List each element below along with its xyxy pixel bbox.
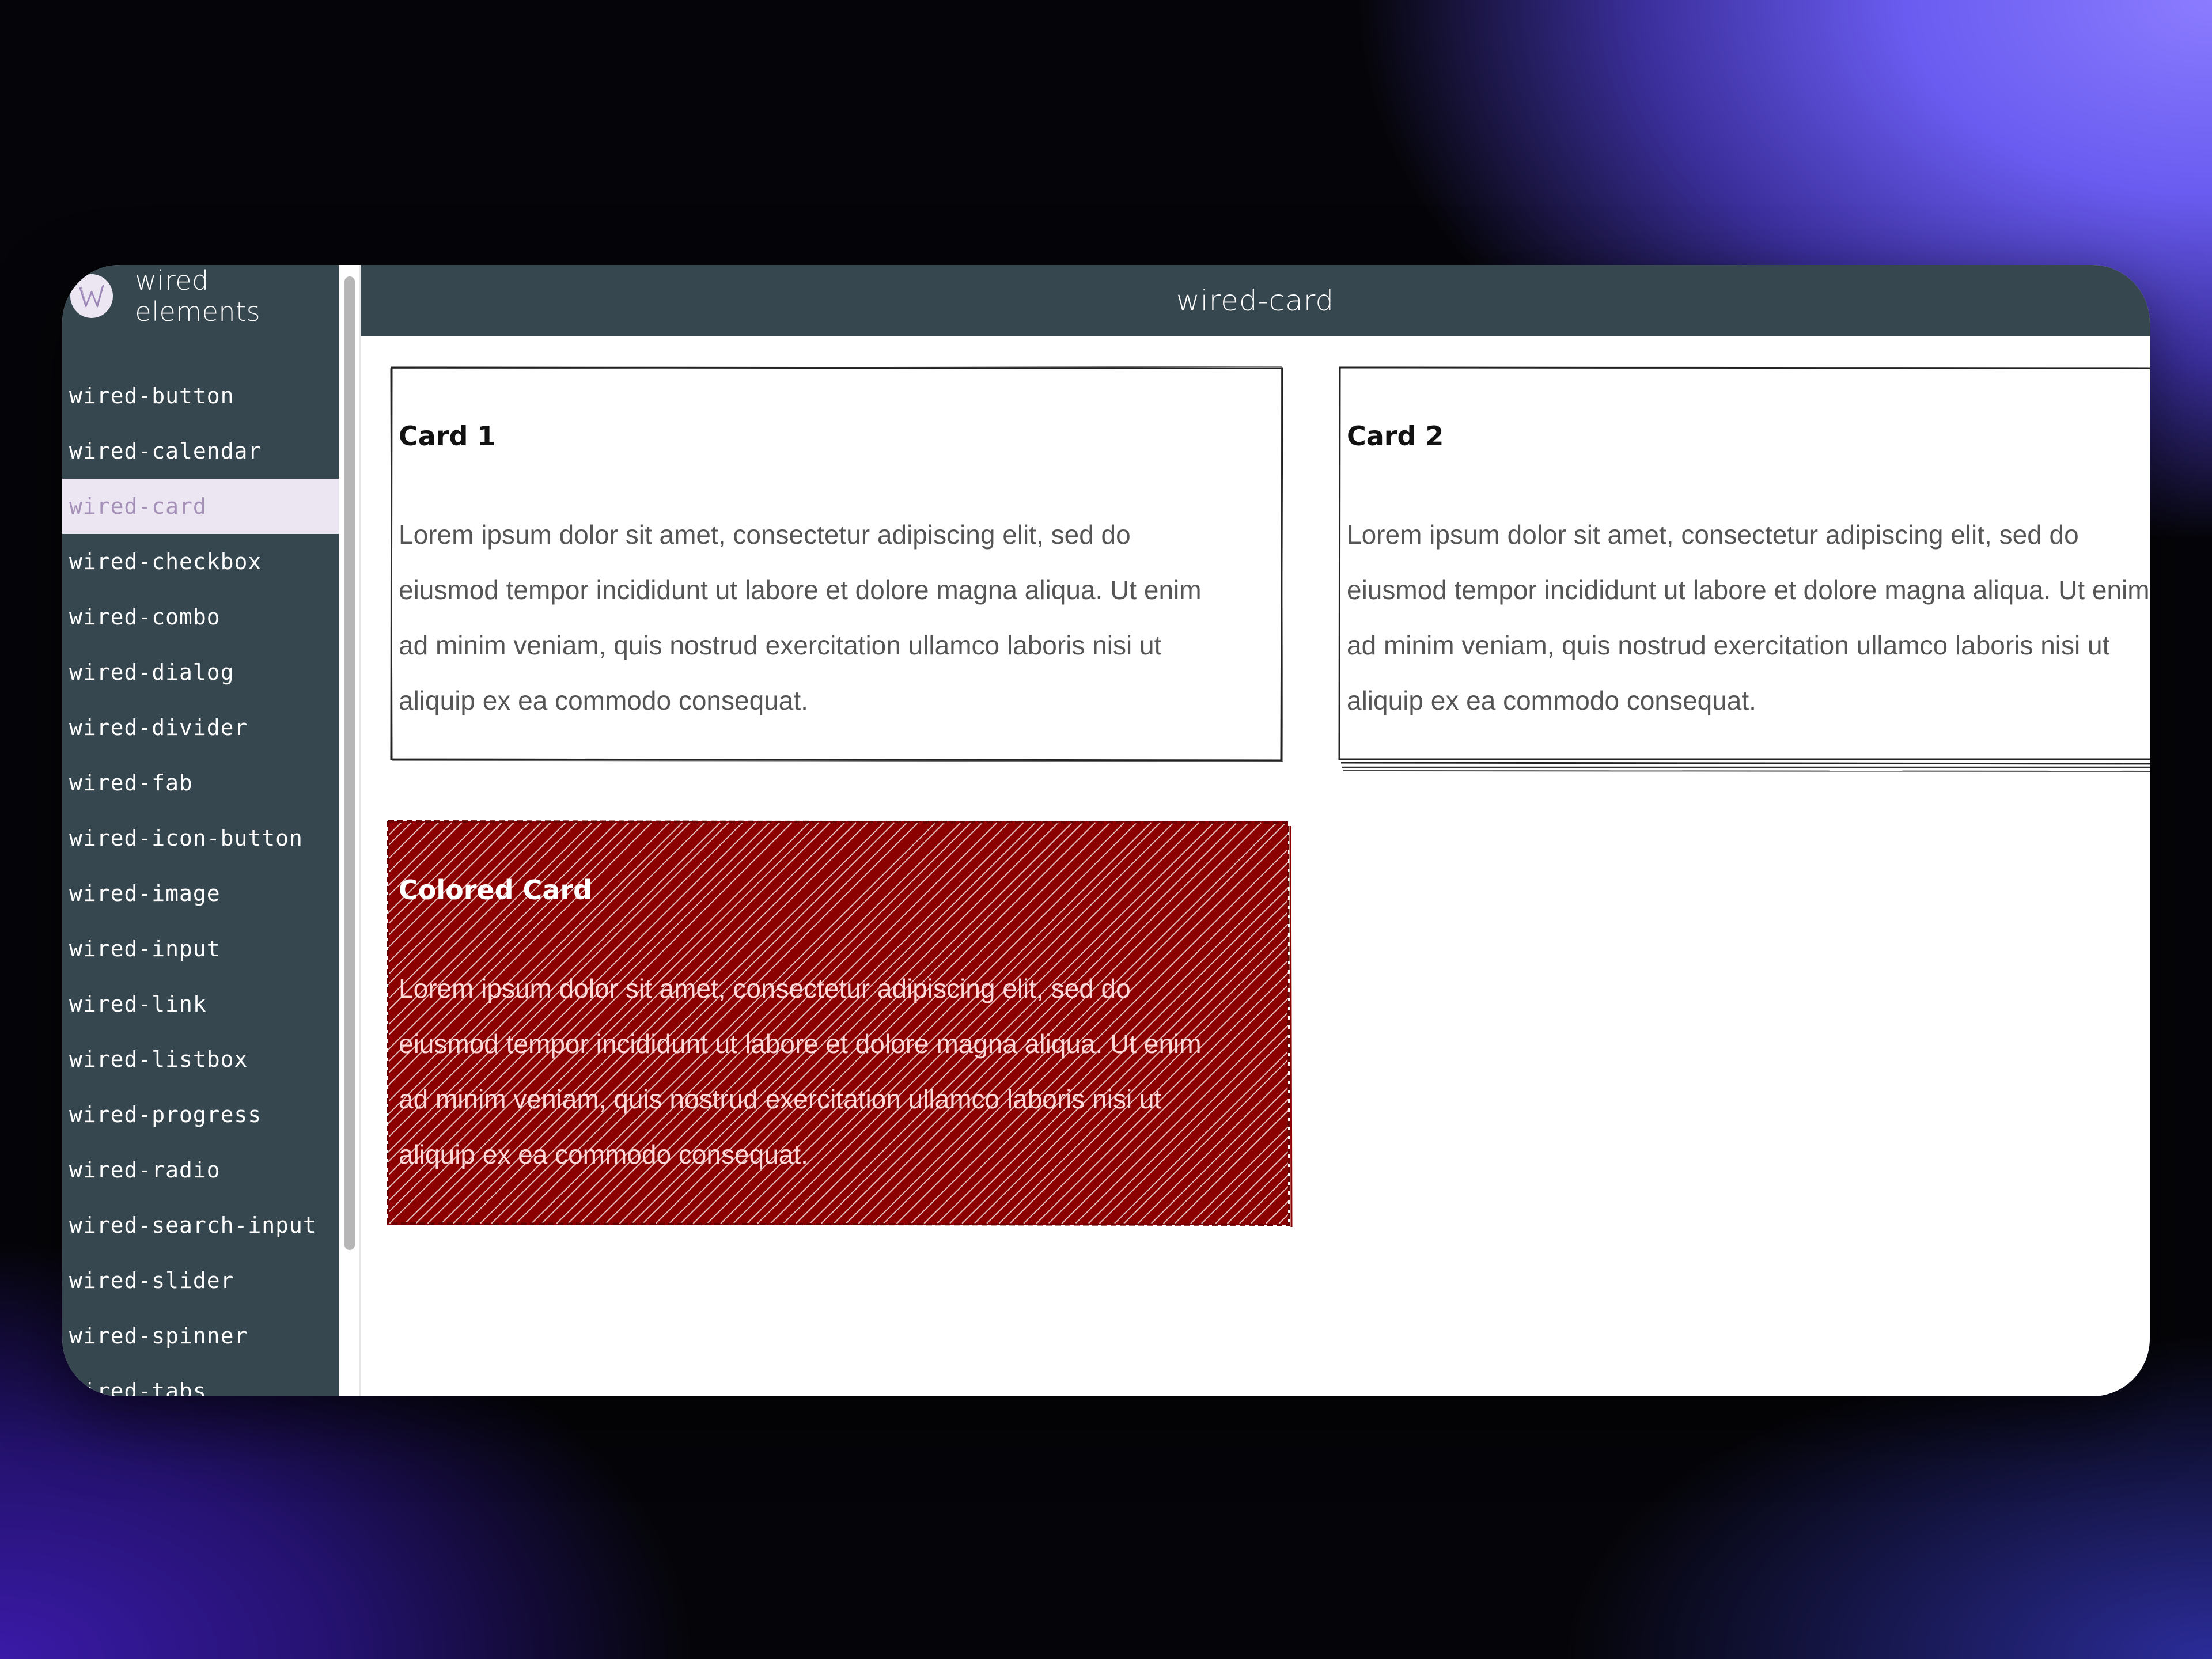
- sidebar: wired elements wired-button wired-calenda…: [62, 265, 339, 1396]
- card-text-line: eiusmod tempor incididunt ut labore et d…: [399, 1029, 1202, 1059]
- card-text-line: aliquip ex ea commodo consequat.: [1347, 685, 1756, 715]
- card-text-line: Lorem ipsum dolor sit amet, consectetur …: [399, 974, 1131, 1003]
- card-text-line: ad minim veniam, quis nostrud exercitati…: [399, 1084, 1162, 1114]
- sidebar-item-combo[interactable]: wired-combo: [62, 589, 339, 645]
- sidebar-item-input[interactable]: wired-input: [62, 921, 339, 976]
- sidebar-item-radio[interactable]: wired-radio: [62, 1142, 339, 1198]
- card-text-line: aliquip ex ea commodo consequat.: [399, 1139, 808, 1169]
- card-text-line: Lorem ipsum dolor sit amet, consectetur …: [1347, 520, 2079, 550]
- brand[interactable]: wired elements: [70, 265, 339, 327]
- sidebar-item-fab[interactable]: wired-fab: [62, 755, 339, 810]
- scrollbar-thumb[interactable]: [344, 276, 355, 1250]
- sidebar-scrollbar[interactable]: [339, 265, 361, 1396]
- sidebar-item-icon-button[interactable]: wired-icon-button: [62, 810, 339, 866]
- card-1: Card 1 Lorem ipsum dolor sit amet, conse…: [389, 365, 1283, 763]
- brand-name: wired elements: [135, 265, 261, 327]
- sidebar-item-link[interactable]: wired-link: [62, 976, 339, 1032]
- sidebar-item-divider[interactable]: wired-divider: [62, 700, 339, 755]
- sidebar-item-card[interactable]: wired-card: [62, 479, 339, 534]
- card-text-line: eiusmod tempor incididunt ut labore et d…: [1347, 575, 2150, 605]
- sidebar-item-listbox[interactable]: wired-listbox: [62, 1032, 339, 1087]
- sidebar-item-spinner[interactable]: wired-spinner: [62, 1308, 339, 1363]
- card-title: Card 2: [1347, 421, 1444, 452]
- main-content: Card 1 Lorem ipsum dolor sit amet, conse…: [361, 336, 2150, 1396]
- app-window: wired elements wired-button wired-calenda…: [62, 265, 2150, 1396]
- sidebar-item-dialog[interactable]: wired-dialog: [62, 645, 339, 700]
- card-title: Card 1: [399, 421, 496, 452]
- sidebar-item-search-input[interactable]: wired-search-input: [62, 1198, 339, 1253]
- sidebar-item-slider[interactable]: wired-slider: [62, 1253, 339, 1308]
- page-title: wired-card: [1176, 284, 1335, 317]
- card-text-line: eiusmod tempor incididunt ut labore et d…: [399, 575, 1202, 605]
- card-text-line: ad minim veniam, quis nostrud exercitati…: [399, 630, 1162, 660]
- wired-w-logo-icon: [70, 274, 113, 318]
- page-header: wired-card: [361, 265, 2150, 336]
- card-title: Colored Card: [399, 874, 592, 906]
- sidebar-item-button[interactable]: wired-button: [62, 368, 339, 423]
- sidebar-nav: wired-button wired-calendar wired-card wire…: [62, 368, 339, 1396]
- card-text-line: aliquip ex ea commodo consequat.: [399, 685, 808, 715]
- sidebar-item-image[interactable]: wired-image: [62, 866, 339, 921]
- card-2: Card 2 Lorem ipsum dolor sit amet, conse…: [1338, 365, 2150, 775]
- sidebar-item-checkbox[interactable]: wired-checkbox: [62, 534, 339, 589]
- card-text-line: Lorem ipsum dolor sit amet, consectetur …: [399, 520, 1131, 550]
- sidebar-item-tabs[interactable]: wired-tabs: [62, 1363, 339, 1396]
- card-text-line: ad minim veniam, quis nostrud exercitati…: [1347, 630, 2110, 660]
- sidebar-item-calendar[interactable]: wired-calendar: [62, 423, 339, 479]
- colored-card: Colored Card Lorem ipsum dolor sit amet,…: [386, 819, 1293, 1229]
- sidebar-item-progress[interactable]: wired-progress: [62, 1087, 339, 1142]
